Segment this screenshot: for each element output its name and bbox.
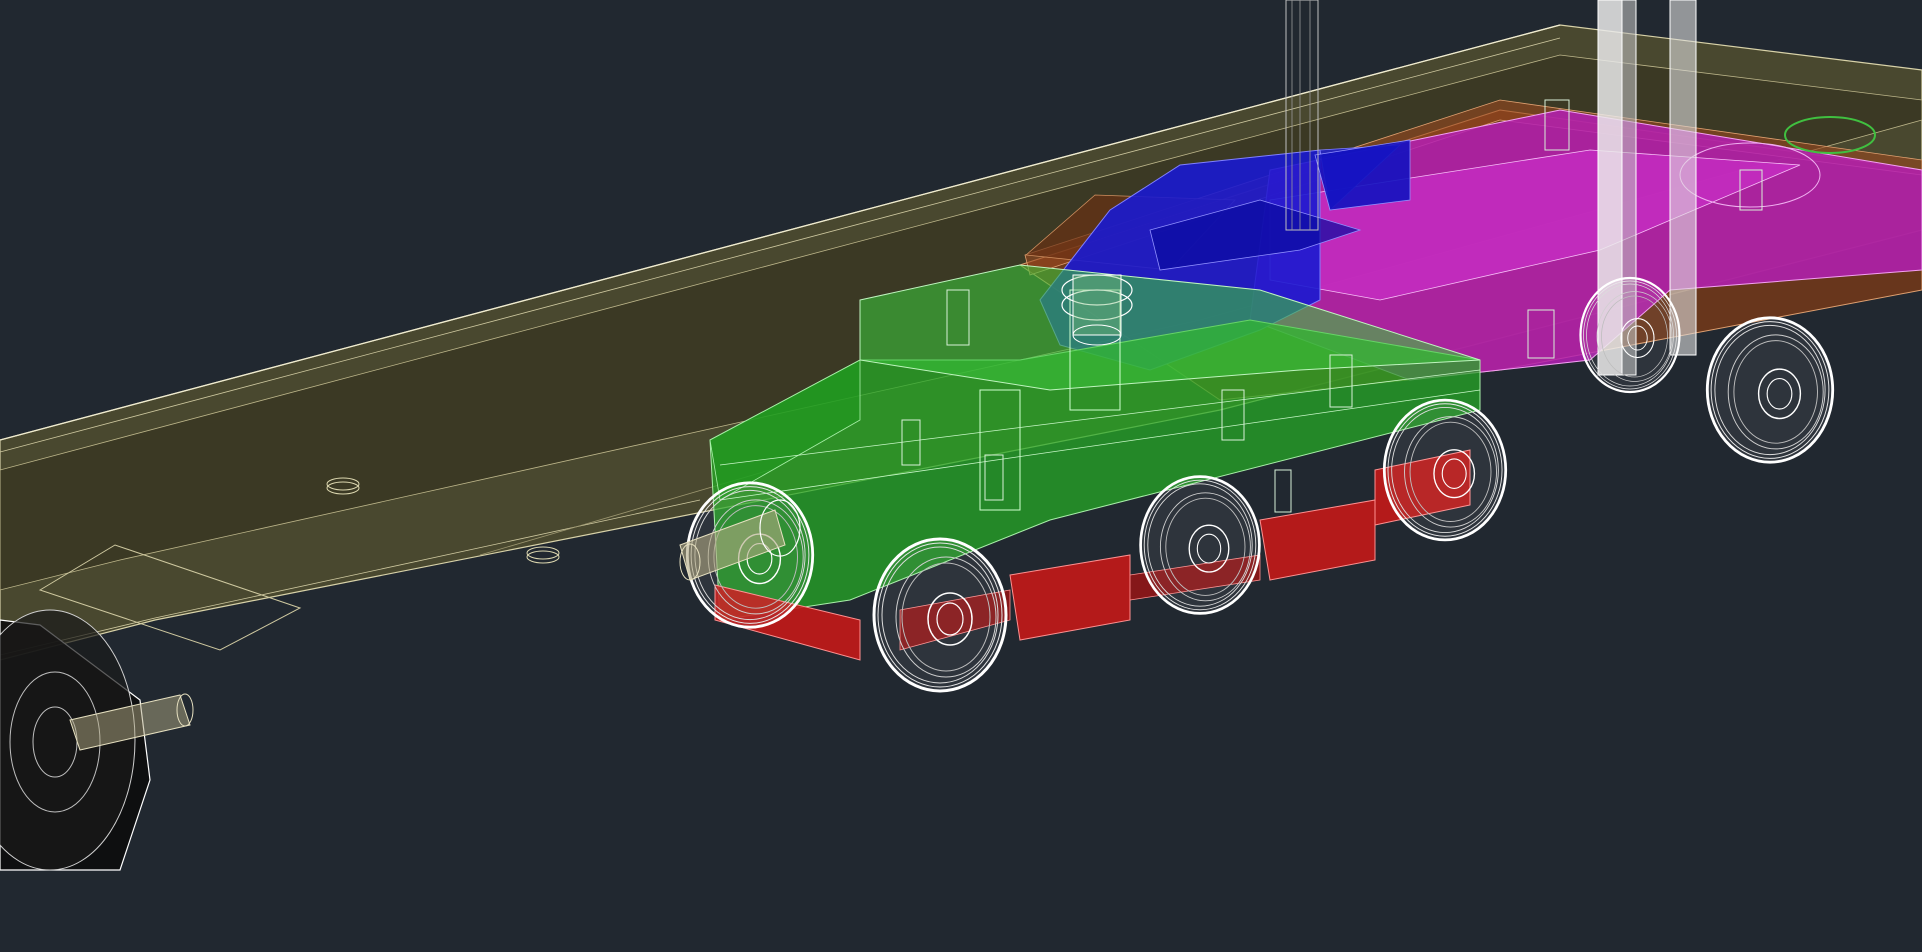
pulley — [1061, 274, 1133, 346]
cad-3d-viewport[interactable] — [0, 0, 1922, 952]
motor-can[interactable] — [0, 609, 194, 871]
cad-model-scene — [0, 0, 1922, 871]
